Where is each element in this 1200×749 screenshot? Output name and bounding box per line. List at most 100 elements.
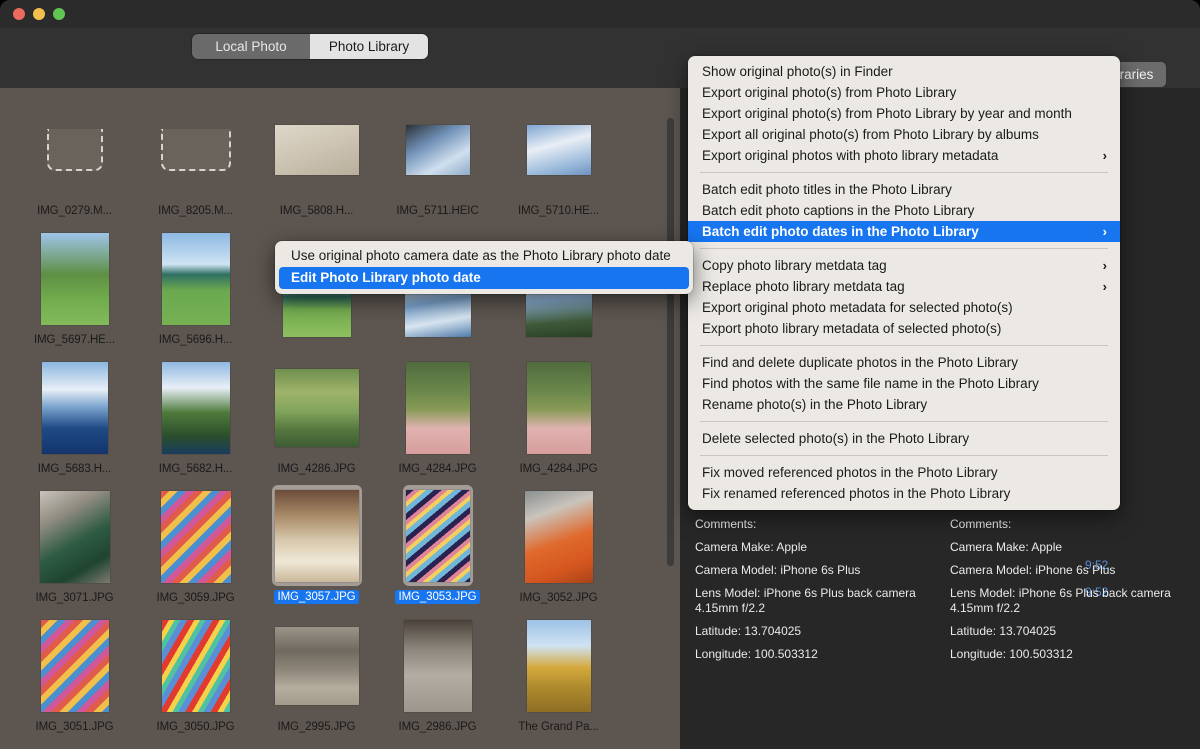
photo-thumbnail-container[interactable] — [524, 99, 594, 200]
photo-cell[interactable]: IMG_3052.JPG — [498, 475, 619, 604]
menu-item-label: Fix moved referenced photos in the Photo… — [702, 465, 998, 480]
close-button[interactable] — [13, 8, 25, 20]
photo-filename-label: IMG_3053.JPG — [395, 590, 480, 604]
photo-cell[interactable]: IMG_3053.JPG — [377, 475, 498, 604]
lens-model-field: Lens Model: iPhone 6s Plus back camera 4… — [695, 586, 916, 615]
photo-cell[interactable]: IMG_5683.H... — [14, 346, 135, 475]
comments-field: Comments: — [950, 517, 1012, 531]
app-window: Local Photo Photo Library Quick Action E… — [0, 0, 1200, 749]
photo-cell[interactable] — [135, 733, 256, 749]
menu-item[interactable]: Find and delete duplicate photos in the … — [688, 352, 1120, 373]
menu-item-label: Delete selected photo(s) in the Photo Li… — [702, 431, 970, 446]
menu-item[interactable]: Fix renamed referenced photos in the Pho… — [688, 483, 1120, 504]
photo-filename-label: The Grand Pa... — [518, 721, 599, 733]
photo-thumbnail — [40, 232, 109, 325]
photo-cell[interactable]: IMG_4284.JPG — [498, 346, 619, 475]
photo-cell[interactable]: IMG_5711.HEIC — [377, 88, 498, 217]
photo-thumbnail-container[interactable] — [39, 357, 111, 458]
menu-item[interactable]: Batch edit photo titles in the Photo Lib… — [688, 179, 1120, 200]
menu-separator — [700, 248, 1108, 249]
source-segmented-control[interactable]: Local Photo Photo Library — [192, 34, 428, 59]
photo-date-submenu[interactable]: Use original photo camera date as the Ph… — [275, 241, 693, 294]
photo-thumbnail-container[interactable] — [158, 99, 234, 200]
photo-cell[interactable]: IMG_3057.JPG — [256, 475, 377, 604]
submenu-item[interactable]: Use original photo camera date as the Ph… — [279, 245, 689, 267]
menu-item[interactable]: Export original photo metadata for selec… — [688, 297, 1120, 318]
menu-item-label: Find and delete duplicate photos in the … — [702, 355, 1018, 370]
photo-thumbnail — [526, 361, 591, 454]
photo-thumbnail-container[interactable] — [401, 615, 475, 716]
menu-item[interactable]: Batch edit photo dates in the Photo Libr… — [688, 221, 1120, 242]
photo-thumbnail-container[interactable] — [37, 486, 113, 587]
submenu-item[interactable]: Edit Photo Library photo date — [279, 267, 689, 289]
menu-item[interactable]: Batch edit photo captions in the Photo L… — [688, 200, 1120, 221]
title-bar — [0, 0, 1200, 28]
photo-thumbnail-container[interactable] — [403, 99, 473, 200]
photo-cell[interactable]: IMG_5696.H... — [135, 217, 256, 346]
tab-local-photo[interactable]: Local Photo — [192, 34, 310, 59]
photo-cell[interactable]: IMG_3051.JPG — [14, 604, 135, 733]
photo-cell[interactable] — [256, 733, 377, 749]
zoom-button[interactable] — [53, 8, 65, 20]
grid-vertical-scrollbar[interactable] — [667, 118, 674, 566]
photo-thumbnail-container[interactable] — [44, 99, 106, 200]
photo-cell[interactable]: IMG_5682.H... — [135, 346, 256, 475]
chevron-right-icon: › — [1102, 148, 1107, 163]
photo-cell[interactable] — [14, 733, 135, 749]
photo-thumbnail-container[interactable] — [272, 99, 362, 200]
photo-cell[interactable]: IMG_4286.JPG — [256, 346, 377, 475]
photo-cell[interactable]: IMG_3050.JPG — [135, 604, 256, 733]
photo-grid-pane[interactable]: IMG_0279.M... IMG_8205.M... IMG_5808.H... I… — [0, 88, 680, 749]
photo-cell[interactable]: IMG_3071.JPG — [14, 475, 135, 604]
photo-thumbnail-container[interactable] — [403, 357, 473, 458]
menu-item[interactable]: Delete selected photo(s) in the Photo Li… — [688, 428, 1120, 449]
lens-model-field: Lens Model: iPhone 6s Plus back camera 4… — [950, 586, 1171, 615]
chevron-right-icon: › — [1102, 279, 1107, 294]
menu-item[interactable]: Show original photo(s) in Finder — [688, 61, 1120, 82]
photo-thumbnail-container[interactable] — [38, 228, 112, 329]
photo-cell[interactable]: IMG_8205.M... — [135, 88, 256, 217]
photo-thumbnail — [161, 619, 230, 712]
photo-cell[interactable] — [498, 733, 619, 749]
photo-thumbnail — [405, 124, 470, 175]
photo-thumbnail-container[interactable] — [272, 615, 362, 716]
photo-cell[interactable]: IMG_2986.JPG — [377, 604, 498, 733]
photo-thumbnail-container[interactable] — [159, 357, 233, 458]
photo-thumbnail-container[interactable] — [524, 357, 594, 458]
menu-item[interactable]: Find photos with the same file name in t… — [688, 373, 1120, 394]
photo-cell[interactable]: IMG_5808.H... — [256, 88, 377, 217]
menu-item[interactable]: Export original photos with photo librar… — [688, 145, 1120, 166]
menu-item[interactable]: Export original photo(s) from Photo Libr… — [688, 103, 1120, 124]
photo-thumbnail-container[interactable] — [159, 228, 233, 329]
tab-photo-library[interactable]: Photo Library — [310, 34, 428, 59]
photo-thumbnail-container[interactable] — [38, 615, 112, 716]
photo-cell[interactable]: The Grand Pa... — [498, 604, 619, 733]
photo-cell[interactable]: IMG_3059.JPG — [135, 475, 256, 604]
photo-thumbnail-container[interactable] — [159, 615, 233, 716]
menu-item-label: Export photo library metadata of selecte… — [702, 321, 1002, 336]
photo-thumbnail-container[interactable] — [522, 486, 596, 587]
menu-item[interactable]: Export original photo(s) from Photo Libr… — [688, 82, 1120, 103]
menu-item[interactable]: Rename photo(s) in the Photo Library — [688, 394, 1120, 415]
photo-cell[interactable] — [377, 733, 498, 749]
menu-item[interactable]: Fix moved referenced photos in the Photo… — [688, 462, 1120, 483]
photo-cell[interactable]: IMG_2995.JPG — [256, 604, 377, 733]
quick-action-menu[interactable]: Show original photo(s) in Finder Export o… — [688, 56, 1120, 510]
photo-thumbnail-container[interactable] — [271, 485, 362, 586]
menu-item[interactable]: Copy photo library metdata tag › — [688, 255, 1120, 276]
photo-filename-label: IMG_4286.JPG — [277, 463, 356, 475]
photo-cell[interactable]: IMG_5710.HE... — [498, 88, 619, 217]
photo-cell[interactable]: IMG_0279.M... — [14, 88, 135, 217]
photo-thumbnail-container[interactable] — [158, 486, 234, 587]
photo-thumbnail-container[interactable] — [272, 357, 362, 458]
photo-thumbnail-container[interactable] — [402, 485, 473, 586]
photo-cell[interactable]: IMG_4284.JPG — [377, 346, 498, 475]
menu-item[interactable]: Export all original photo(s) from Photo … — [688, 124, 1120, 145]
minimize-button[interactable] — [33, 8, 45, 20]
menu-item[interactable]: Replace photo library metdata tag › — [688, 276, 1120, 297]
menu-item-label: Batch edit photo dates in the Photo Libr… — [702, 224, 979, 239]
photo-thumbnail-container[interactable] — [524, 615, 594, 716]
menu-item[interactable]: Export photo library metadata of selecte… — [688, 318, 1120, 339]
photo-grid-row: IMG_3051.JPG IMG_3050.JPG IMG_2995.JPG IMG_… — [0, 604, 680, 733]
photo-cell[interactable]: IMG_5697.HE... — [14, 217, 135, 346]
